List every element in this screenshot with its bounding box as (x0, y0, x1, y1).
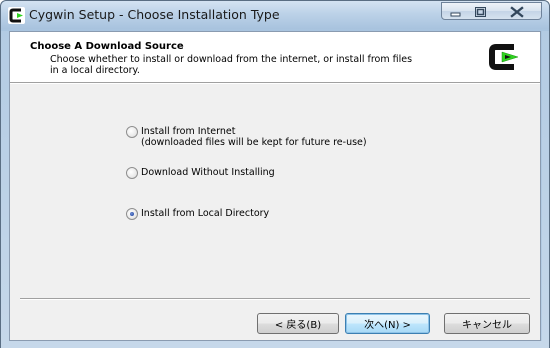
header-separator-highlight (10, 83, 540, 84)
option-label: Install from Internet (141, 126, 236, 137)
minimize-icon (450, 12, 461, 17)
dialog-header: Choose A Download Source Choose whether … (10, 32, 540, 82)
radio-install-from-local-directory[interactable] (126, 208, 138, 220)
option-install-from-internet-text: Install from Internet (downloaded files … (141, 126, 367, 148)
back-button[interactable]: < 戻る(B) (257, 313, 339, 334)
title-bar[interactable]: Cygwin Setup - Choose Installation Type (1, 1, 549, 29)
close-icon (510, 6, 524, 18)
window-frame-left[interactable] (1, 31, 9, 348)
option-label: Download Without Installing (141, 167, 275, 178)
cygwin-logo-icon (489, 44, 519, 70)
cancel-button[interactable]: キャンセル (444, 313, 530, 334)
option-install-from-internet[interactable]: Install from Internet (downloaded files … (126, 126, 367, 148)
page-description: Choose whether to install or download fr… (50, 54, 413, 76)
option-sublabel: (downloaded files will be kept for futur… (141, 137, 367, 148)
window-frame-right[interactable] (542, 31, 549, 348)
maximize-icon (475, 7, 486, 17)
dialog-client-area: Choose A Download Source Choose whether … (9, 31, 541, 341)
option-download-without-installing[interactable]: Download Without Installing (126, 167, 275, 179)
setup-window: Cygwin Setup - Choose Installation Type … (0, 0, 550, 348)
radio-download-without-installing[interactable] (126, 167, 138, 179)
option-install-from-local-directory[interactable]: Install from Local Directory (126, 208, 269, 220)
option-label: Install from Local Directory (141, 208, 270, 219)
cygwin-app-icon[interactable] (8, 7, 25, 24)
page-title: Choose A Download Source (30, 41, 184, 52)
minimize-button[interactable] (441, 2, 468, 20)
footer-separator-highlight (20, 299, 530, 300)
close-button[interactable] (493, 2, 542, 20)
window-frame-bottom[interactable] (1, 341, 549, 348)
window-title: Cygwin Setup - Choose Installation Type (29, 7, 280, 22)
next-button[interactable]: 次へ(N) > (345, 313, 430, 334)
maximize-button[interactable] (467, 2, 494, 20)
radio-install-from-internet[interactable] (126, 126, 138, 138)
